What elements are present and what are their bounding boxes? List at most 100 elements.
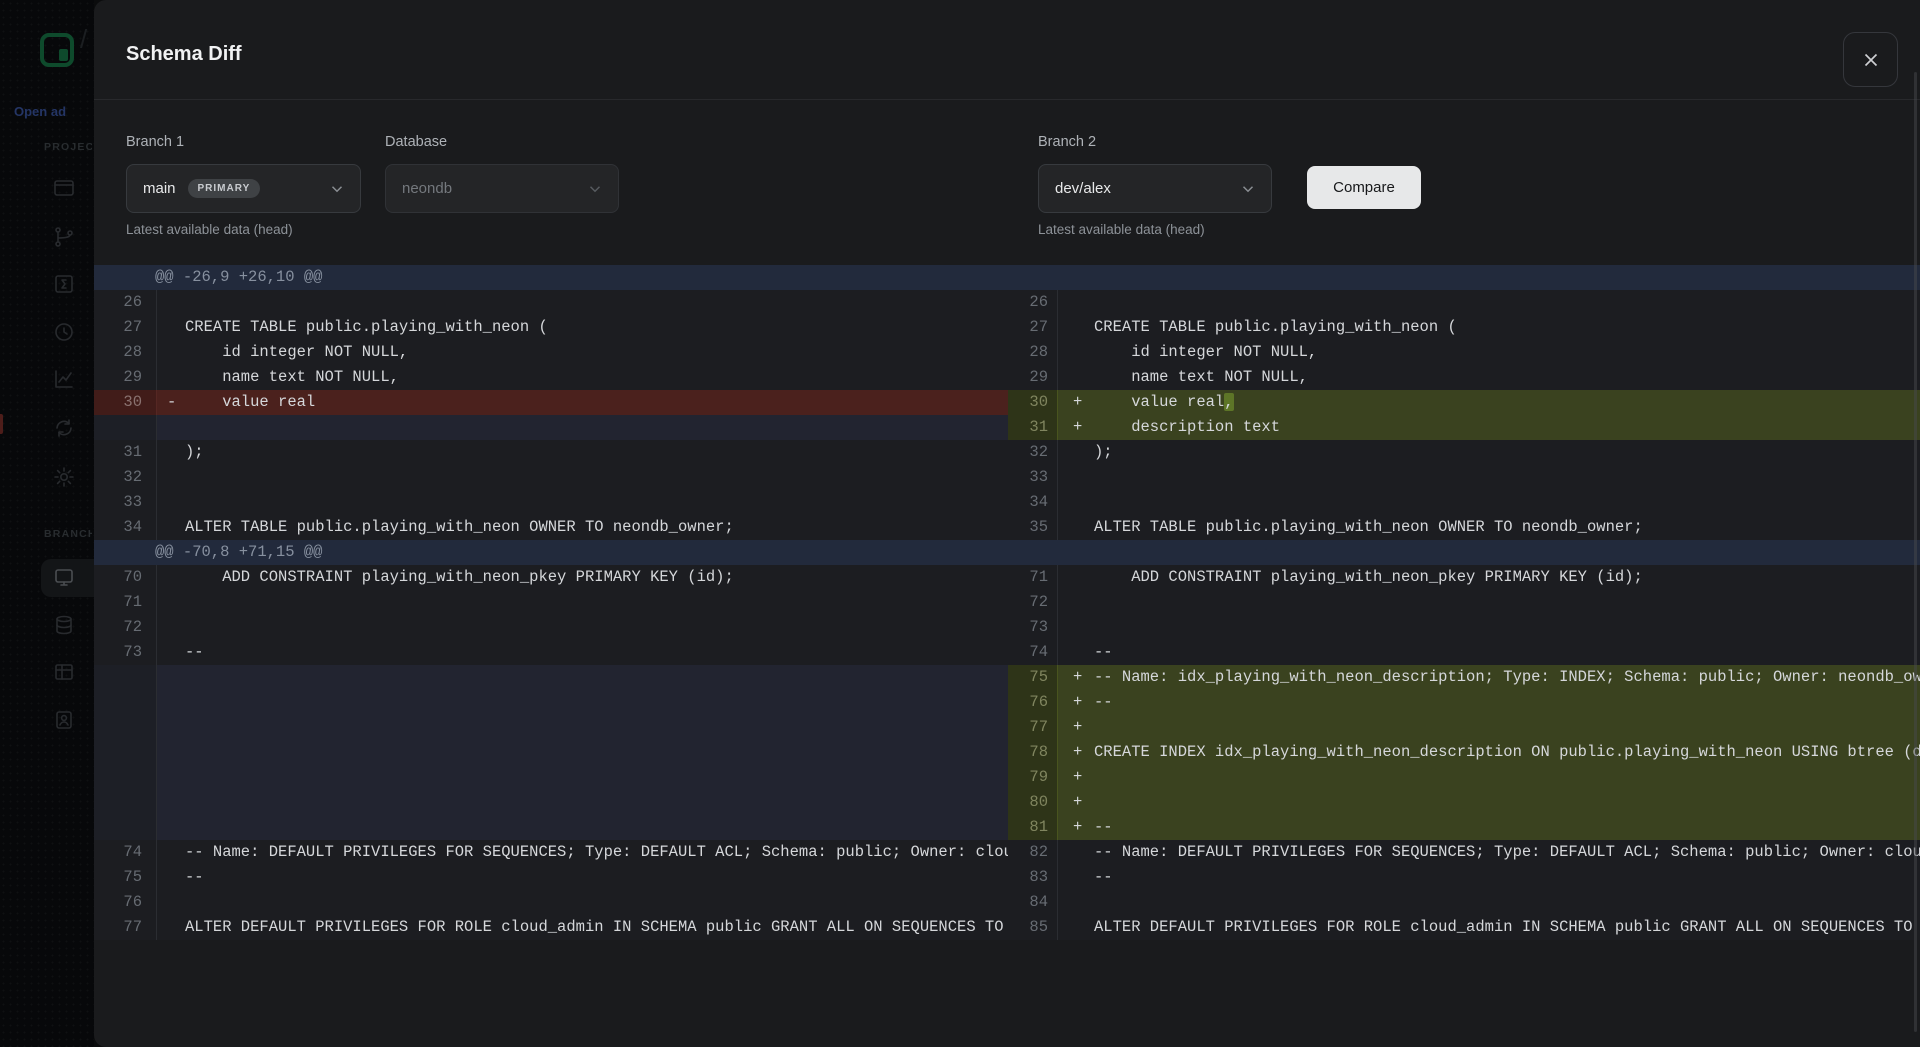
line-number: 27 xyxy=(94,315,157,340)
code-text: id integer NOT NULL, xyxy=(185,340,1008,365)
filler-row xyxy=(94,790,1008,815)
filler-row xyxy=(94,740,1008,765)
branch1-label: Branch 1 xyxy=(126,134,184,150)
diff-marker xyxy=(1058,565,1094,590)
code-text xyxy=(185,615,1008,640)
diff-row: 72 xyxy=(94,615,1008,640)
diff-row: 34 xyxy=(1008,490,1920,515)
sidebar-dim-overlay xyxy=(0,0,94,1047)
compare-button[interactable]: Compare xyxy=(1307,166,1421,209)
line-number: 77 xyxy=(1008,715,1058,740)
diff-row: 79+ xyxy=(1008,765,1920,790)
line-number: 27 xyxy=(1008,315,1058,340)
line-number xyxy=(94,765,157,790)
line-number: 34 xyxy=(94,515,157,540)
code-text: CREATE TABLE public.playing_with_neon ( xyxy=(1094,315,1920,340)
code-text xyxy=(185,765,1008,790)
diff-marker xyxy=(157,765,185,790)
diff-marker xyxy=(157,615,185,640)
branch2-label: Branch 2 xyxy=(1038,134,1096,150)
modal-scrollbar[interactable] xyxy=(1914,72,1917,1032)
line-number xyxy=(94,415,157,440)
line-number: 34 xyxy=(1008,490,1058,515)
database-select[interactable]: neondb xyxy=(385,164,619,213)
diff-marker xyxy=(157,365,185,390)
code-text: -- Name: DEFAULT PRIVILEGES FOR SEQUENCE… xyxy=(185,840,1008,865)
sidebar: / Open ad PROJECTBRANCH xyxy=(0,0,94,1047)
diff-row: 28 id integer NOT NULL, xyxy=(1008,340,1920,365)
line-number: 76 xyxy=(94,890,157,915)
code-text xyxy=(185,890,1008,915)
line-number: 31 xyxy=(94,440,157,465)
code-text xyxy=(185,715,1008,740)
diff-marker xyxy=(157,490,185,515)
diff-marker xyxy=(157,740,185,765)
code-text xyxy=(1094,890,1920,915)
diff-marker: - xyxy=(157,390,185,415)
code-text: -- xyxy=(1094,865,1920,890)
diff-marker xyxy=(1058,865,1094,890)
diff-row: 29 name text NOT NULL, xyxy=(94,365,1008,390)
diff-marker xyxy=(1058,440,1094,465)
line-number: 78 xyxy=(1008,740,1058,765)
diff-row: 72 xyxy=(1008,590,1920,615)
filler-row xyxy=(94,665,1008,690)
line-number: 32 xyxy=(1008,440,1058,465)
line-number: 35 xyxy=(1008,515,1058,540)
diff-marker: + xyxy=(1058,790,1094,815)
diff-row: 73-- xyxy=(94,640,1008,665)
diff-row: 73 xyxy=(1008,615,1920,640)
chevron-down-icon xyxy=(586,180,604,198)
diff-row: 26 xyxy=(1008,290,1920,315)
diff-row: 31); xyxy=(94,440,1008,465)
line-number: 73 xyxy=(94,640,157,665)
modal-header: Schema Diff xyxy=(94,0,1920,100)
diff-marker xyxy=(1058,340,1094,365)
app-screen: / Open ad PROJECTBRANCH Schema Diff Bran… xyxy=(0,0,1920,1047)
diff-marker xyxy=(157,890,185,915)
diff-marker xyxy=(1058,615,1094,640)
code-text xyxy=(185,815,1008,840)
line-number: 85 xyxy=(1008,915,1058,940)
branch1-select[interactable]: main PRIMARY xyxy=(126,164,361,213)
diff-marker xyxy=(157,690,185,715)
diff-row: 80+ xyxy=(1008,790,1920,815)
code-text: ); xyxy=(1094,440,1920,465)
code-text: value real xyxy=(185,390,1008,415)
code-text: name text NOT NULL, xyxy=(1094,365,1920,390)
filler-row xyxy=(94,765,1008,790)
code-text xyxy=(185,290,1008,315)
line-number: 30 xyxy=(1008,390,1058,415)
line-number: 77 xyxy=(94,915,157,940)
diff-row: 32); xyxy=(1008,440,1920,465)
line-number: 83 xyxy=(1008,865,1058,890)
line-number xyxy=(94,690,157,715)
diff-marker xyxy=(1058,590,1094,615)
diff-pane-branch1: @@ -26,9 +26,10 @@2627CREATE TABLE publi… xyxy=(94,265,1008,940)
diff-row: 26 xyxy=(94,290,1008,315)
diff-marker: + xyxy=(1058,715,1094,740)
line-number: 72 xyxy=(94,615,157,640)
diff-marker xyxy=(1058,490,1094,515)
diff-row: 33 xyxy=(1008,465,1920,490)
code-text xyxy=(1094,290,1920,315)
close-button[interactable] xyxy=(1843,32,1898,87)
code-text: -- xyxy=(185,865,1008,890)
line-number: 82 xyxy=(1008,840,1058,865)
branch2-select[interactable]: dev/alex xyxy=(1038,164,1272,213)
diff-marker: + xyxy=(1058,765,1094,790)
code-text xyxy=(185,415,1008,440)
diff-row: 71 ADD CONSTRAINT playing_with_neon_pkey… xyxy=(1008,565,1920,590)
line-number: 70 xyxy=(94,565,157,590)
branch1-caption: Latest available data (head) xyxy=(126,222,293,237)
diff-row: 32 xyxy=(94,465,1008,490)
line-number: 75 xyxy=(1008,665,1058,690)
diff-marker xyxy=(1058,915,1094,940)
database-value: neondb xyxy=(402,180,452,197)
diff-row: 71 xyxy=(94,590,1008,615)
code-text: CREATE TABLE public.playing_with_neon ( xyxy=(185,315,1008,340)
code-text: ADD CONSTRAINT playing_with_neon_pkey PR… xyxy=(185,565,1008,590)
primary-badge: PRIMARY xyxy=(188,179,261,198)
code-text: -- xyxy=(1094,815,1920,840)
diff-marker xyxy=(1058,840,1094,865)
